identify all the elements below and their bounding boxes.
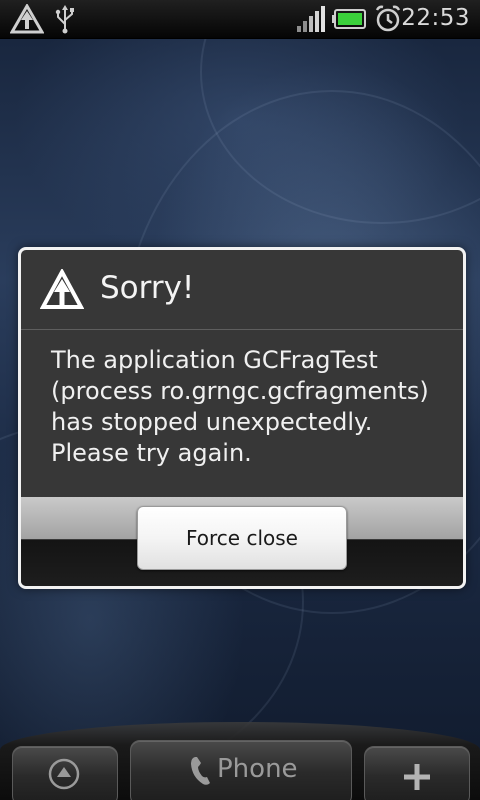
alert-icon (40, 269, 84, 309)
status-bar: 22:53 (0, 0, 480, 39)
dialog-button-bar: Force close (21, 497, 463, 586)
bottom-dock: Phone (0, 722, 480, 800)
up-arrow-icon (48, 758, 80, 790)
signal-icon (297, 6, 325, 32)
app-drawer-button[interactable] (12, 746, 118, 800)
phone-icon (191, 757, 210, 785)
phone-label: Phone (217, 754, 298, 784)
home-screen: 22:53 Sorry! The application GCFragTest … (0, 0, 480, 800)
usb-icon (55, 5, 74, 34)
phone-button[interactable]: Phone (130, 740, 352, 800)
battery-icon (332, 9, 366, 29)
dialog-title: Sorry! (100, 270, 195, 306)
add-button[interactable] (364, 746, 470, 800)
dialog-message: The application GCFragTest (process ro.g… (51, 346, 429, 467)
status-time: 22:53 (401, 5, 470, 31)
dialog-header: Sorry! (21, 250, 463, 330)
alarm-icon (375, 5, 401, 32)
alert-icon (10, 4, 44, 34)
crash-dialog: Sorry! The application GCFragTest (proce… (18, 247, 466, 589)
force-close-button[interactable]: Force close (137, 506, 347, 570)
plus-icon (404, 764, 430, 790)
